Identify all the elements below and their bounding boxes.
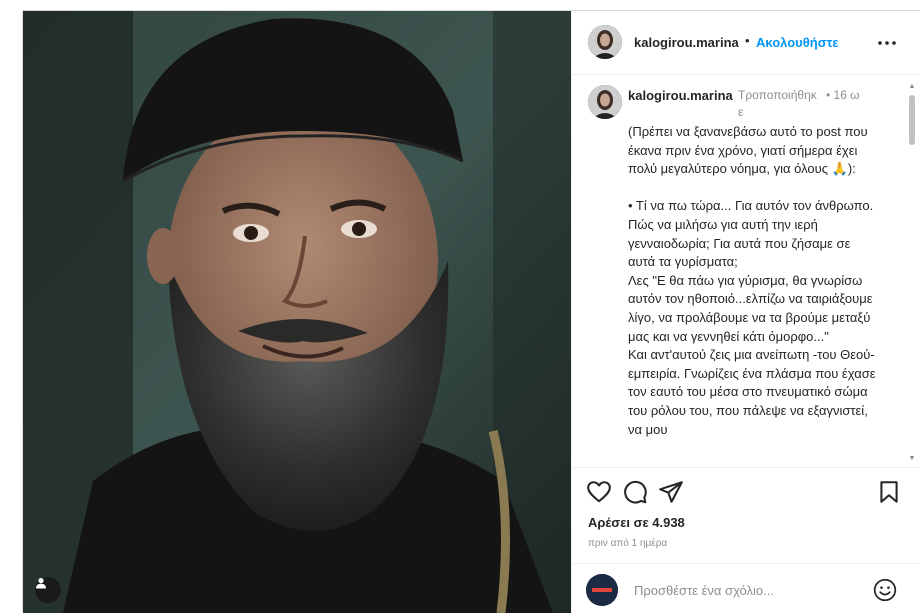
- more-options-icon: [878, 41, 896, 45]
- post-image[interactable]: [23, 11, 571, 613]
- scroll-down-arrow-icon[interactable]: ▼: [908, 455, 916, 463]
- caption-time[interactable]: • 16 ω: [826, 87, 876, 104]
- smiley-icon: [873, 578, 897, 602]
- emoji-button[interactable]: [872, 577, 898, 603]
- scrollbar-thumb[interactable]: [909, 95, 915, 145]
- author-avatar[interactable]: [588, 25, 622, 59]
- comment-icon: [624, 480, 647, 504]
- bookmark-icon: [880, 481, 898, 503]
- caption-author-avatar[interactable]: [588, 85, 622, 119]
- post-modal: kalogirou.marina • Ακολουθήστε kalogirou…: [22, 10, 920, 613]
- scroll-up-arrow-icon[interactable]: ▲: [908, 83, 916, 91]
- caption-scrollbar[interactable]: ▲ ▼: [908, 83, 916, 463]
- like-button[interactable]: [586, 479, 612, 505]
- post-header: kalogirou.marina • Ακολουθήστε: [572, 11, 920, 75]
- save-button[interactable]: [876, 479, 902, 505]
- comment-button[interactable]: [622, 479, 648, 505]
- paper-plane-icon: [659, 481, 683, 503]
- user-tag-icon: [36, 578, 46, 589]
- edited-label: Τροποποιήθηκε: [738, 88, 817, 119]
- caption-scroll-area[interactable]: kalogirou.marina Τροποποιήθηκε • 16 ω (Π…: [572, 75, 920, 468]
- current-user-avatar: [586, 574, 618, 606]
- comment-input[interactable]: [632, 578, 866, 602]
- author-username[interactable]: kalogirou.marina: [634, 35, 739, 50]
- action-bar: [572, 467, 920, 515]
- caption-text: (Πρέπει να ξανανεβάσω αυτό το post που έ…: [628, 124, 876, 437]
- follow-button[interactable]: Ακολουθήστε: [756, 35, 839, 50]
- share-button[interactable]: [658, 479, 684, 505]
- more-options-button[interactable]: [874, 33, 900, 53]
- tagged-users-button[interactable]: [35, 577, 61, 603]
- separator-dot: •: [745, 33, 750, 48]
- likes-count[interactable]: Αρέσει σε 4.938: [588, 515, 685, 530]
- portrait-photo: [23, 11, 571, 613]
- caption-username[interactable]: kalogirou.marina: [628, 87, 734, 104]
- post-timestamp[interactable]: πριν από 1 ημέρα: [588, 538, 667, 549]
- comment-bar: [572, 563, 920, 613]
- heart-icon: [587, 481, 611, 503]
- post-side-panel: kalogirou.marina • Ακολουθήστε kalogirou…: [571, 11, 920, 613]
